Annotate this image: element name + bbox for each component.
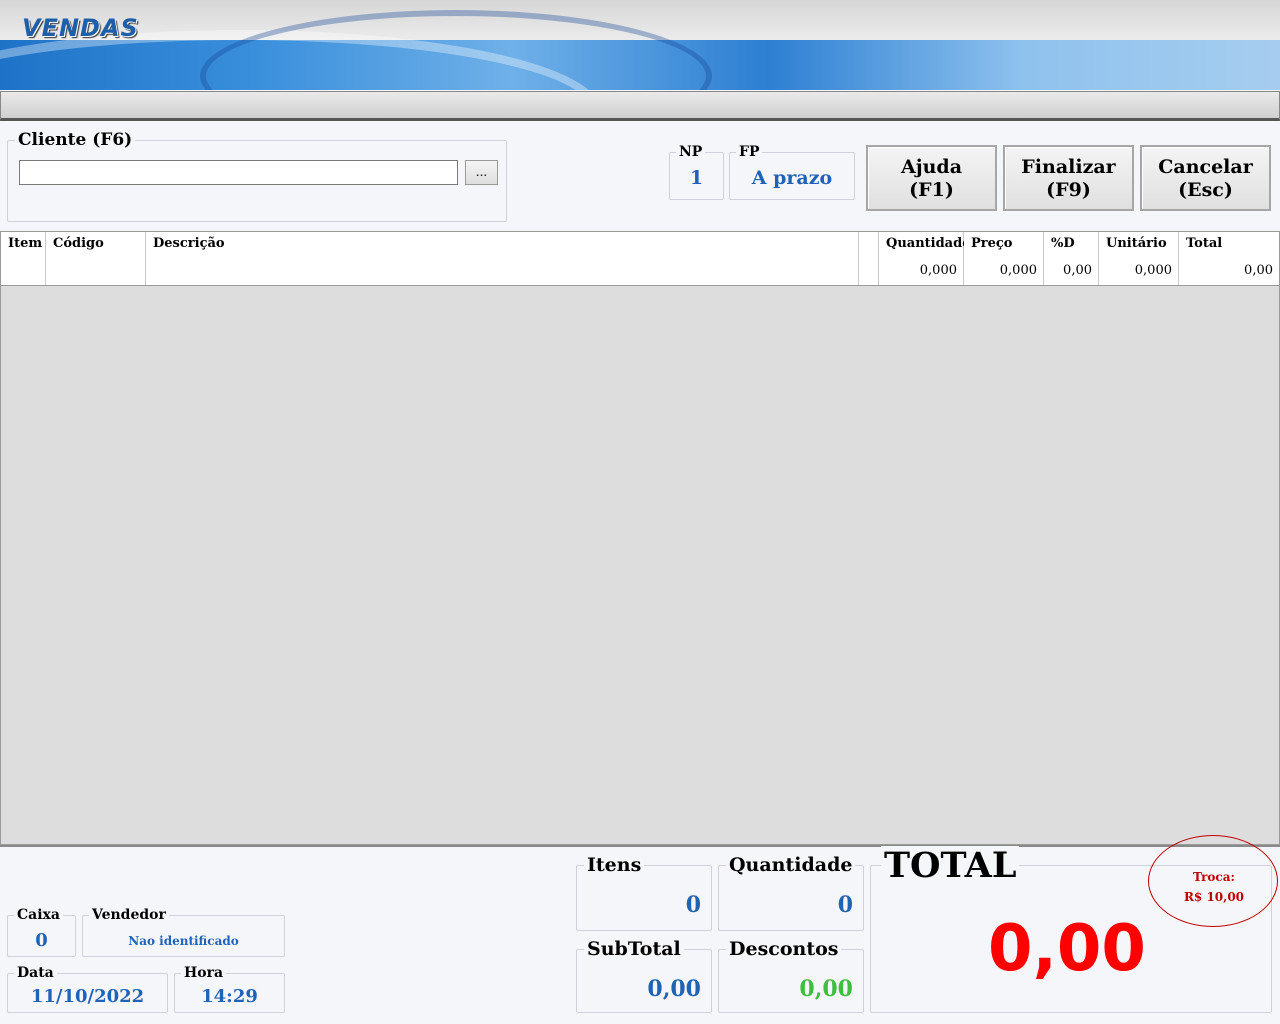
data-group: Data 11/10/2022: [7, 965, 168, 1013]
caixa-label: Caixa: [14, 907, 63, 923]
col-header-descricao[interactable]: Descrição: [146, 232, 859, 259]
entry-codigo-cell[interactable]: [46, 259, 146, 285]
finalizar-button[interactable]: Finalizar (F9): [1003, 145, 1134, 211]
data-value: 11/10/2022: [30, 986, 145, 1007]
items-grid[interactable]: Item Código Descrição Quantidade Preço %…: [0, 231, 1280, 845]
hora-value: 14:29: [201, 986, 258, 1007]
col-header-quantidade[interactable]: Quantidade: [879, 232, 970, 259]
cliente-lookup-button[interactable]: ...: [465, 160, 498, 185]
grid-row-divider: [1, 285, 1279, 286]
troca-indicator: Troca: R$ 10,00: [1148, 835, 1278, 927]
np-label: NP: [676, 144, 706, 160]
ajuda-button-shortcut: (F1): [909, 179, 954, 201]
ajuda-button[interactable]: Ajuda (F1): [866, 145, 997, 211]
toolbar-strip: [0, 91, 1280, 121]
itens-value: 0: [685, 892, 701, 918]
vendedor-value: Nao identificado: [128, 934, 239, 948]
subtotal-label: SubTotal: [584, 938, 684, 960]
troca-label: Troca:: [1193, 870, 1235, 884]
quantidade-label: Quantidade: [726, 854, 856, 876]
col-header-unitario[interactable]: Unitário: [1099, 232, 1179, 259]
hora-group: Hora 14:29: [174, 965, 285, 1013]
entry-total-cell[interactable]: 0,00: [1179, 259, 1279, 285]
quantidade-value: 0: [837, 892, 853, 918]
subtotal-group: SubTotal 0,00: [576, 938, 712, 1013]
page-title: VENDAS: [22, 14, 139, 42]
entry-item-cell[interactable]: [1, 259, 46, 285]
cancelar-button-label: Cancelar: [1158, 156, 1253, 178]
finalizar-button-label: Finalizar: [1021, 156, 1116, 178]
descontos-label: Descontos: [726, 938, 842, 960]
caixa-group: Caixa 0: [7, 907, 76, 957]
footer-panel: Caixa 0 Vendedor Nao identificado Data 1…: [0, 835, 1280, 1024]
col-header-desconto[interactable]: %D: [1044, 232, 1099, 259]
col-header-total[interactable]: Total: [1179, 232, 1279, 259]
fp-value: A prazo: [751, 167, 833, 189]
itens-group: Itens 0: [576, 854, 712, 931]
quantidade-group: Quantidade 0: [718, 854, 864, 931]
cliente-group: Cliente (F6) ...: [7, 130, 507, 222]
entry-preco-cell[interactable]: 0,000: [964, 259, 1044, 285]
cliente-input[interactable]: [19, 160, 458, 185]
np-group: NP 1: [669, 144, 724, 200]
entry-spacer-cell: [859, 259, 879, 285]
col-header-spacer: [859, 232, 879, 259]
col-header-preco[interactable]: Preço: [964, 232, 1044, 259]
col-header-item[interactable]: Item: [1, 232, 46, 259]
finalizar-button-shortcut: (F9): [1046, 179, 1091, 201]
fp-label: FP: [736, 144, 763, 160]
vendedor-label: Vendedor: [89, 907, 169, 923]
total-label: TOTAL: [881, 846, 1020, 886]
cancelar-button-shortcut: (Esc): [1178, 179, 1233, 201]
vendedor-group: Vendedor Nao identificado: [82, 907, 285, 957]
entry-descricao-cell[interactable]: [146, 259, 859, 285]
np-value: 1: [689, 167, 704, 189]
hora-label: Hora: [181, 965, 227, 981]
data-label: Data: [14, 965, 57, 981]
entry-desconto-cell[interactable]: 0,00: [1044, 259, 1099, 285]
cliente-label: Cliente (F6): [15, 130, 136, 150]
descontos-value: 0,00: [799, 976, 853, 1002]
subtotal-value: 0,00: [647, 976, 701, 1002]
troca-value: R$ 10,00: [1183, 890, 1245, 904]
cancelar-button[interactable]: Cancelar (Esc): [1140, 145, 1271, 211]
ajuda-button-label: Ajuda: [900, 156, 963, 178]
entry-quantidade-cell[interactable]: 0,000: [879, 259, 964, 285]
fp-group: FP A prazo: [729, 144, 855, 200]
itens-label: Itens: [584, 854, 645, 876]
caixa-value: 0: [35, 930, 48, 951]
col-header-codigo[interactable]: Código: [46, 232, 146, 259]
entry-unitario-cell[interactable]: 0,000: [1099, 259, 1179, 285]
header-banner: VENDAS: [0, 0, 1280, 90]
header-decoration: [200, 10, 712, 90]
descontos-group: Descontos 0,00: [718, 938, 864, 1013]
